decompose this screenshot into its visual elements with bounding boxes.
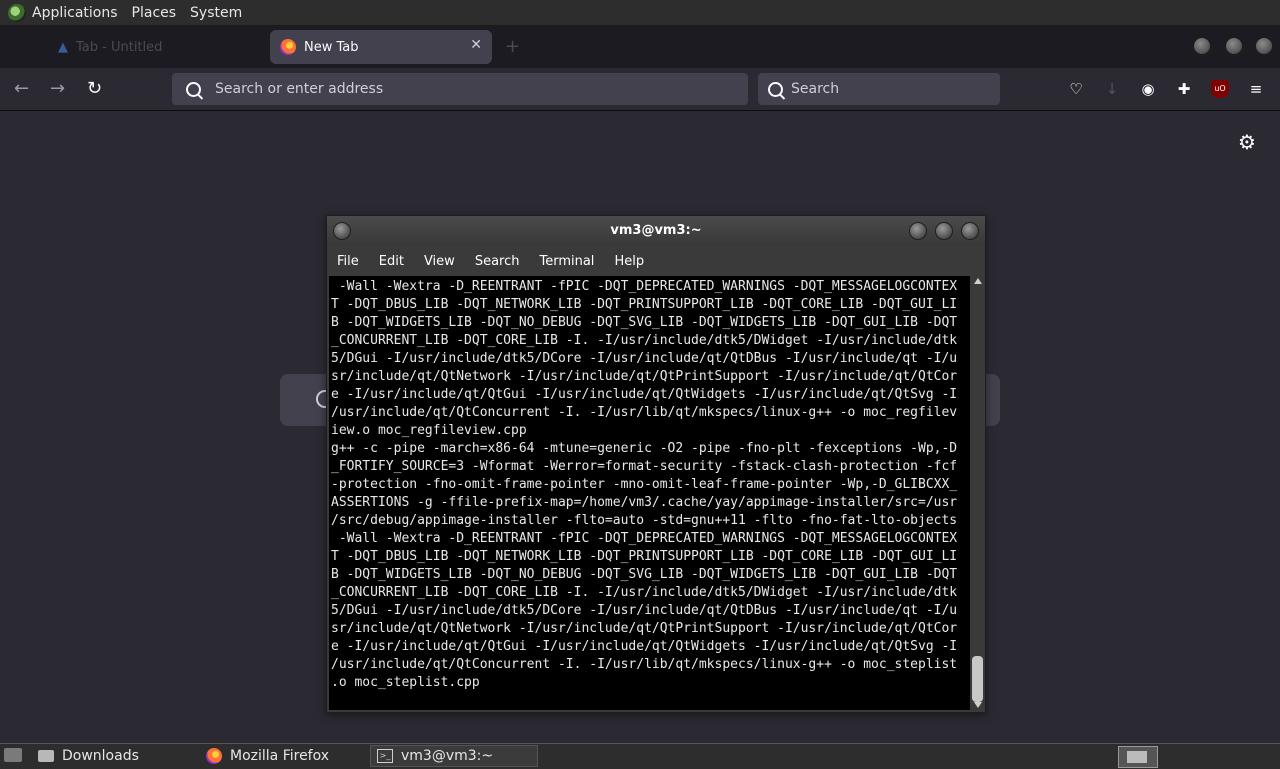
workspace-window-thumb — [1127, 751, 1147, 763]
ublock-icon[interactable]: uO — [1211, 80, 1229, 98]
terminal-icon: >_ — [377, 749, 393, 763]
reload-button[interactable]: ↻ — [87, 78, 102, 99]
tab-label: New Tab — [304, 39, 359, 55]
minimize-button[interactable] — [1194, 38, 1210, 54]
terminal-line: ASSERTIONS -g -ffile-prefix-map=/home/vm… — [331, 495, 958, 510]
distro-logo-icon[interactable] — [8, 3, 26, 22]
top-panel: Applications Places System — [0, 0, 1280, 26]
terminal-titlebar[interactable]: vm3@vm3:~ — [327, 216, 985, 246]
menu-view[interactable]: View — [424, 254, 455, 269]
terminal-scrollbar[interactable] — [971, 276, 984, 710]
workspace-switcher[interactable] — [1118, 746, 1158, 768]
close-window-button[interactable] — [1256, 38, 1272, 54]
tab-inactive[interactable]: ▲ Tab - Untitled — [48, 32, 258, 62]
new-tab-button[interactable]: + — [505, 36, 520, 57]
folder-icon — [38, 750, 54, 762]
scrollbar-thumb[interactable] — [972, 656, 983, 702]
terminal-output[interactable]: -Wall -Wextra -D_REENTRANT -fPIC -DQT_DE… — [329, 276, 970, 710]
applications-menu[interactable]: Applications — [32, 5, 118, 21]
taskbar-label: Downloads — [62, 748, 139, 764]
terminal-line: _CONCURRENT_LIB -DQT_CORE_LIB -I. -I/usr… — [331, 585, 958, 600]
terminal-line: T -DQT_DBUS_LIB -DQT_NETWORK_LIB -DQT_PR… — [331, 549, 958, 564]
firefox-icon — [280, 39, 296, 55]
tab-label: Tab - Untitled — [76, 39, 163, 55]
terminal-line: iew.o moc_regfileview.cpp — [331, 423, 527, 438]
terminal-line: -protection -fno-omit-frame-pointer -mno… — [331, 477, 958, 492]
taskbar-label: vm3@vm3:~ — [401, 748, 494, 764]
bottom-panel: Downloads Mozilla Firefox >_ vm3@vm3:~ — [0, 743, 1280, 769]
terminal-line: -Wall -Wextra -D_REENTRANT -fPIC -DQT_DE… — [331, 531, 958, 546]
terminal-line: 5/DGui -I/usr/include/dtk5/DCore -I/usr/… — [331, 603, 958, 618]
terminal-line: 5/DGui -I/usr/include/dtk5/DCore -I/usr/… — [331, 351, 958, 366]
search-icon — [768, 81, 783, 97]
extensions-icon[interactable]: ✚ — [1175, 80, 1193, 98]
terminal-line: /usr/include/qt/QtConcurrent -I. -I/usr/… — [331, 657, 958, 672]
terminal-menubar: File Edit View Search Terminal Help — [327, 248, 985, 274]
minimize-button[interactable] — [909, 222, 927, 240]
terminal-line: /usr/include/qt/QtConcurrent -I. -I/usr/… — [331, 405, 958, 420]
terminal-line: B -DQT_WIDGETS_LIB -DQT_NO_DEBUG -DQT_SV… — [331, 567, 958, 582]
url-placeholder: Search or enter address — [215, 81, 384, 97]
terminal-line: .o moc_steplist.cpp — [331, 675, 480, 690]
terminal-line: g++ -c -pipe -march=x86-64 -mtune=generi… — [331, 441, 958, 456]
places-menu[interactable]: Places — [132, 5, 177, 21]
gear-icon[interactable]: ⚙ — [1238, 130, 1256, 154]
taskbar-item-terminal[interactable]: >_ vm3@vm3:~ — [370, 745, 538, 767]
account-icon[interactable]: ◉ — [1139, 80, 1157, 98]
menu-terminal[interactable]: Terminal — [539, 254, 594, 269]
scroll-up-icon[interactable] — [974, 278, 982, 284]
pocket-icon[interactable]: ♡ — [1067, 80, 1085, 98]
terminal-line: e -I/usr/include/qt/QtGui -I/usr/include… — [331, 387, 958, 402]
firefox-icon — [206, 748, 222, 764]
taskbar-item-downloads[interactable]: Downloads — [30, 745, 196, 767]
close-button[interactable] — [961, 222, 979, 240]
terminal-line: e -I/usr/include/qt/QtGui -I/usr/include… — [331, 639, 958, 654]
search-placeholder: Search — [791, 81, 840, 97]
forward-button[interactable]: → — [50, 78, 65, 99]
terminal-line: /src/debug/appimage-installer -flto=auto… — [331, 513, 958, 528]
download-icon[interactable]: ↓ — [1103, 80, 1121, 98]
terminal-line: T -DQT_DBUS_LIB -DQT_NETWORK_LIB -DQT_PR… — [331, 297, 958, 312]
maximize-button[interactable] — [935, 222, 953, 240]
url-bar[interactable]: Search or enter address — [172, 73, 748, 105]
search-icon — [186, 81, 201, 97]
terminal-line: _CONCURRENT_LIB -DQT_CORE_LIB -I. -I/usr… — [331, 333, 958, 348]
menu-edit[interactable]: Edit — [379, 254, 404, 269]
terminal-line: sr/include/qt/QtNetwork -I/usr/include/q… — [331, 621, 958, 636]
terminal-line: _FORTIFY_SOURCE=3 -Wformat -Werror=forma… — [331, 459, 958, 474]
close-tab-icon[interactable]: ✕ — [470, 37, 482, 53]
terminal-line: sr/include/qt/QtNetwork -I/usr/include/q… — [331, 369, 958, 384]
show-desktop-icon[interactable] — [4, 748, 22, 762]
navigation-toolbar: ← → ↻ Search or enter address Search ♡ ↓… — [0, 68, 1280, 111]
tab-new-tab[interactable]: New Tab ✕ — [270, 30, 492, 64]
terminal-line: -Wall -Wextra -D_REENTRANT -fPIC -DQT_DE… — [331, 279, 958, 294]
tab-favicon-icon: ▲ — [58, 39, 68, 55]
maximize-button[interactable] — [1226, 38, 1242, 54]
scroll-down-icon[interactable] — [974, 702, 982, 708]
tab-strip: ▲ Tab - Untitled New Tab ✕ + — [0, 26, 1280, 68]
terminal-line: B -DQT_WIDGETS_LIB -DQT_NO_DEBUG -DQT_SV… — [331, 315, 958, 330]
menu-help[interactable]: Help — [614, 254, 644, 269]
system-menu[interactable]: System — [190, 5, 242, 21]
menu-search[interactable]: Search — [475, 254, 520, 269]
menu-file[interactable]: File — [337, 254, 359, 269]
taskbar-item-firefox[interactable]: Mozilla Firefox — [200, 745, 366, 767]
window-menu-button[interactable] — [333, 222, 351, 240]
taskbar-label: Mozilla Firefox — [230, 748, 330, 764]
terminal-title: vm3@vm3:~ — [610, 223, 702, 238]
back-button[interactable]: ← — [14, 78, 29, 99]
terminal-window: vm3@vm3:~ File Edit View Search Terminal… — [326, 215, 986, 713]
menu-icon[interactable]: ≡ — [1247, 80, 1265, 98]
search-bar[interactable]: Search — [758, 73, 1000, 105]
